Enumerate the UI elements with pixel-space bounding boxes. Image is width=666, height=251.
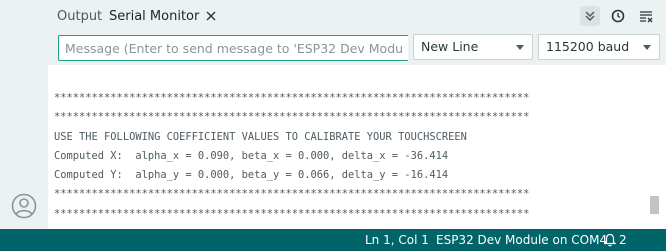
output-line: ****************************************… <box>54 111 530 124</box>
serial-output-text: ****************************************… <box>54 89 529 224</box>
status-bar: Ln 1, Col 1 ESP32 Dev Module on COM4 2 <box>0 229 666 251</box>
output-line: USE THE FOLLOWING COEFFICIENT VALUES TO … <box>54 130 467 143</box>
tab-output[interactable]: Output <box>57 0 102 33</box>
toggle-timestamp-button[interactable] <box>608 6 628 26</box>
chevron-down-icon <box>643 45 651 50</box>
account-icon[interactable] <box>11 193 37 219</box>
notifications-icon[interactable] <box>604 233 616 247</box>
panel-tab-bar: Output Serial Monitor <box>48 0 666 33</box>
output-scrollbar-thumb[interactable] <box>650 196 659 214</box>
tab-serial-monitor[interactable]: Serial Monitor <box>109 0 199 33</box>
chevron-down-icon <box>516 45 524 50</box>
baud-rate-value: 115200 baud <box>546 39 630 54</box>
activity-bar <box>0 0 48 229</box>
serial-input-bar: New Line 115200 baud <box>48 33 666 65</box>
chevrons-down-icon <box>585 11 595 22</box>
baud-rate-select[interactable]: 115200 baud <box>538 34 660 60</box>
output-line: Computed X: alpha_x = 0.090, beta_x = 0.… <box>54 149 449 162</box>
clock-icon <box>611 9 625 23</box>
output-line: ****************************************… <box>54 92 530 104</box>
bottom-panel: Output Serial Monitor New <box>48 0 666 229</box>
message-input[interactable] <box>58 35 408 61</box>
output-line: Computed Y: alpha_y = 0.000, beta_y = 0.… <box>54 169 449 182</box>
cursor-position[interactable]: Ln 1, Col 1 <box>365 229 429 251</box>
clear-output-icon <box>640 11 653 23</box>
message-input-wrapper <box>53 34 408 62</box>
serial-output-area[interactable]: ****************************************… <box>48 65 666 229</box>
line-ending-value: New Line <box>421 39 479 54</box>
line-ending-select[interactable]: New Line <box>413 34 533 60</box>
clear-output-button[interactable] <box>636 6 656 26</box>
output-line: ****************************************… <box>54 207 530 220</box>
toggle-autoscroll-button[interactable] <box>580 6 600 26</box>
board-port-status[interactable]: ESP32 Dev Module on COM4 <box>436 229 607 251</box>
output-line: ****************************************… <box>54 188 530 201</box>
close-icon[interactable] <box>205 10 217 22</box>
notifications-count[interactable]: 2 <box>619 229 627 251</box>
